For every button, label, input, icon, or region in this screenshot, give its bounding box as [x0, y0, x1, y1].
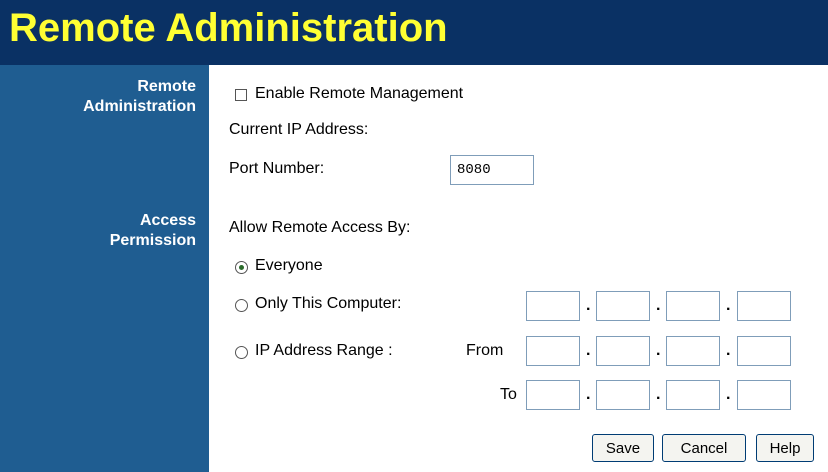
range-to-octet-1[interactable] — [526, 380, 580, 410]
ip-dot-separator: . — [586, 297, 591, 314]
ip-dot-separator: . — [586, 342, 591, 359]
ip-dot-separator: . — [726, 386, 731, 403]
help-button[interactable]: Help — [756, 434, 814, 462]
range-from-octet-4[interactable] — [737, 336, 791, 366]
section-label-line: Remote — [137, 78, 196, 95]
radio-ip-address-range[interactable] — [235, 346, 248, 359]
radio-only-this-computer-label[interactable]: Only This Computer: — [255, 295, 401, 313]
sidebar: Remote Administration Access Permission — [0, 65, 209, 472]
section-label-line: Permission — [109, 232, 196, 249]
section-label-access-permission: Access Permission — [0, 211, 196, 251]
ip-dot-separator: . — [656, 297, 661, 314]
radio-ip-address-range-label[interactable]: IP Address Range : — [255, 342, 393, 360]
range-to-octet-3[interactable] — [666, 380, 720, 410]
range-to-octet-4[interactable] — [737, 380, 791, 410]
range-from-octet-2[interactable] — [596, 336, 650, 366]
port-number-input[interactable] — [450, 155, 534, 185]
only-this-ip-octet-3[interactable] — [666, 291, 720, 321]
only-this-ip-octet-2[interactable] — [596, 291, 650, 321]
page-header: Remote Administration — [0, 0, 828, 65]
section-label-remote-administration: Remote Administration — [0, 77, 196, 117]
cancel-button[interactable]: Cancel — [662, 434, 746, 462]
current-ip-label: Current IP Address: — [229, 121, 369, 138]
ip-dot-separator: . — [656, 386, 661, 403]
only-this-ip-octet-4[interactable] — [737, 291, 791, 321]
radio-only-this-computer[interactable] — [235, 299, 248, 312]
ip-dot-separator: . — [656, 342, 661, 359]
range-to-octet-2[interactable] — [596, 380, 650, 410]
range-from-octet-1[interactable] — [526, 336, 580, 366]
only-this-ip-octet-1[interactable] — [526, 291, 580, 321]
enable-remote-management-checkbox[interactable] — [235, 89, 247, 101]
save-button[interactable]: Save — [592, 434, 654, 462]
to-label: To — [500, 386, 517, 403]
ip-dot-separator: . — [586, 386, 591, 403]
from-label: From — [466, 342, 504, 359]
enable-remote-management-label[interactable]: Enable Remote Management — [255, 85, 463, 103]
section-label-line: Access — [139, 212, 196, 229]
radio-everyone-label[interactable]: Everyone — [255, 257, 323, 275]
section-label-line: Administration — [83, 98, 196, 115]
port-number-label: Port Number: — [229, 160, 325, 177]
allow-remote-access-label: Allow Remote Access By: — [229, 219, 411, 236]
page-title: Remote Administration — [9, 6, 448, 50]
ip-dot-separator: . — [726, 342, 731, 359]
range-from-octet-3[interactable] — [666, 336, 720, 366]
radio-everyone[interactable] — [235, 261, 248, 274]
ip-dot-separator: . — [726, 297, 731, 314]
